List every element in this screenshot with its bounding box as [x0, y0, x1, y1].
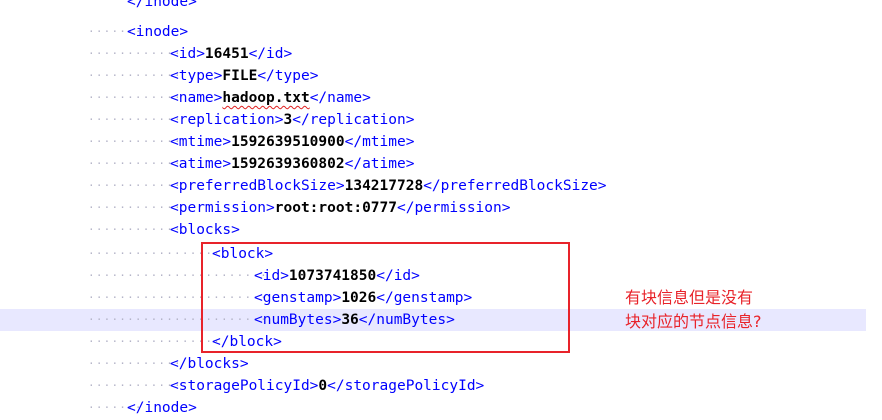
indent-marker: ············	[88, 379, 182, 392]
xml-tag: </inode>	[127, 0, 197, 10]
code-content: <permission>root:root:0777</permission>	[170, 197, 510, 219]
indent-marker: ············	[88, 157, 182, 170]
xml-open-tag: <id>	[170, 46, 205, 62]
annotation-text-line-2: 块对应的节点信息?	[625, 312, 762, 331]
indent-marker: ············	[88, 91, 182, 104]
indent-marker: ············	[88, 135, 182, 148]
code-content: <id>16451</id>	[170, 43, 292, 65]
xml-close-tag: </atime>	[344, 156, 415, 172]
code-content: <preferredBlockSize>134217728</preferred…	[170, 175, 607, 197]
code-line: ············ <preferredBlockSize>1342177…	[0, 175, 882, 197]
code-line: ············ <blocks>	[0, 219, 882, 241]
indent-marker: ············	[88, 201, 182, 214]
xml-close-tag: </replication>	[292, 112, 415, 128]
code-content: </inode>	[127, 0, 197, 13]
indent-marker: ············	[88, 223, 182, 236]
xml-close-tag: </name>	[309, 90, 371, 106]
indent-marker: ············	[88, 69, 182, 82]
xml-editor[interactable]: </inode> ······· <inode> ············ <i…	[0, 0, 882, 420]
xml-open-tag: <atime>	[170, 156, 232, 172]
indent-marker: ············	[88, 357, 182, 370]
xml-value: 3	[283, 112, 293, 128]
annotation-highlight-box	[201, 242, 570, 353]
indent-marker: ············	[88, 179, 182, 192]
xml-value: 16451	[204, 46, 249, 62]
xml-value: FILE	[222, 68, 258, 84]
xml-open-tag: <name>	[170, 90, 223, 106]
xml-open-tag: <storagePolicyId>	[170, 378, 319, 394]
xml-open-tag: <type>	[170, 68, 223, 84]
xml-value: 1592639360802	[231, 156, 345, 172]
xml-close-tag: </preferredBlockSize>	[423, 178, 607, 194]
code-line: ············ <type>FILE</type>	[0, 65, 882, 87]
xml-value: 0	[318, 378, 328, 394]
code-line: ······· <inode>	[0, 21, 882, 43]
code-line: ············ <id>16451</id>	[0, 43, 882, 65]
code-content: <type>FILE</type>	[170, 65, 318, 87]
code-content: <mtime>1592639510900</mtime>	[170, 131, 414, 153]
code-line: ············ </blocks>	[0, 353, 882, 375]
code-line: ············ <replication>3</replication…	[0, 109, 882, 131]
xml-open-tag: <preferredBlockSize>	[170, 178, 345, 194]
xml-open-tag: <replication>	[170, 112, 284, 128]
xml-tag: <blocks>	[170, 222, 240, 238]
indent-marker: ············	[88, 47, 182, 60]
code-content: <replication>3</replication>	[170, 109, 414, 131]
xml-close-tag: </storagePolicyId>	[327, 378, 485, 394]
code-line: ············ <name>hadoop.txt</name>	[0, 87, 882, 109]
xml-value: root:root:0777	[274, 200, 397, 216]
code-content: </blocks>	[170, 353, 249, 375]
code-content: <name>hadoop.txt</name>	[170, 87, 371, 109]
code-line: ············ <permission>root:root:0777<…	[0, 197, 882, 219]
xml-close-tag: </permission>	[396, 200, 511, 216]
xml-close-tag: </type>	[257, 68, 319, 84]
xml-tag: </inode>	[127, 400, 197, 416]
xml-value: 134217728	[344, 178, 424, 194]
xml-open-tag: <permission>	[170, 200, 275, 216]
xml-tag: </blocks>	[170, 356, 249, 372]
code-content: <blocks>	[170, 219, 240, 241]
code-content: <storagePolicyId>0</storagePolicyId>	[170, 375, 484, 397]
code-line: </inode>	[0, 0, 882, 13]
code-content: </inode>	[127, 397, 197, 419]
code-line: ······· </inode>	[0, 397, 882, 419]
code-line: ············ <mtime>1592639510900</mtime…	[0, 131, 882, 153]
xml-close-tag: </mtime>	[344, 134, 415, 150]
code-content: <atime>1592639360802</atime>	[170, 153, 414, 175]
xml-value: 1592639510900	[231, 134, 345, 150]
code-line: ············ <atime>1592639360802</atime…	[0, 153, 882, 175]
xml-close-tag: </id>	[248, 46, 293, 62]
code-content: <inode>	[127, 21, 188, 43]
xml-open-tag: <mtime>	[170, 134, 232, 150]
code-line: ············ <storagePolicyId>0</storage…	[0, 375, 882, 397]
indent-marker: ············	[88, 113, 182, 126]
xml-tag: <inode>	[127, 24, 189, 40]
annotation-text-line-1: 有块信息但是没有	[625, 288, 754, 307]
xml-value-spellcheck: hadoop.txt	[222, 90, 310, 106]
